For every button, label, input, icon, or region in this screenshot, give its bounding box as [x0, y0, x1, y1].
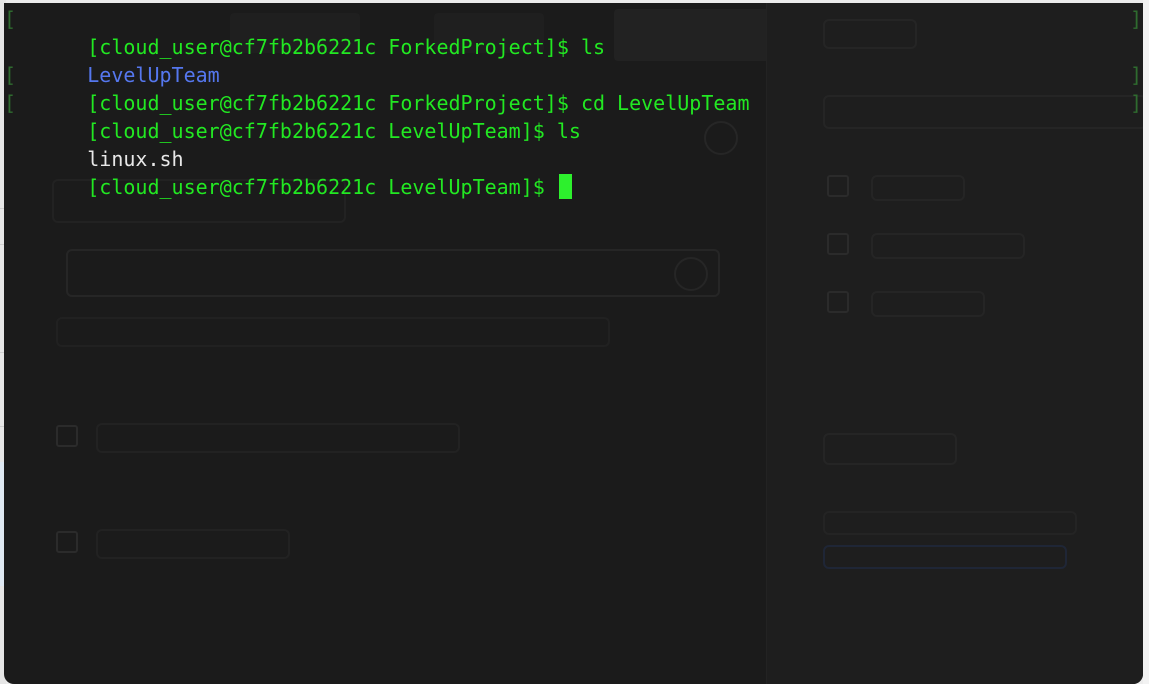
terminal-window[interactable]: [[cloud_user@cf7fb2b6221c ForkedProject]…: [4, 3, 1143, 684]
terminal-output[interactable]: [[cloud_user@cf7fb2b6221c ForkedProject]…: [4, 5, 1143, 199]
terminal-line-prompt: [[cloud_user@cf7fb2b6221c ForkedProject]…: [4, 5, 1143, 59]
ghost-label: [96, 529, 290, 559]
terminal-line-output: linux.sh: [4, 117, 1143, 171]
terminal-line-prompt: [[cloud_user@cf7fb2b6221c ForkedProject]…: [4, 61, 1143, 115]
ghost-checkbox: [827, 291, 849, 313]
ghost-input: [66, 249, 720, 297]
line-wrap-marker-right: ]: [1129, 91, 1142, 115]
ghost-checkbox: [827, 175, 849, 197]
line-wrap-marker-left: [: [4, 63, 17, 87]
ghost-checkbox: [56, 531, 78, 553]
ghost-heading: [823, 433, 957, 465]
ghost-text-block: [823, 511, 1077, 535]
line-wrap-marker-right: ]: [1129, 7, 1142, 31]
ghost-label: [871, 233, 1025, 259]
ghost-label: [871, 175, 965, 201]
line-wrap-marker-left: [: [4, 7, 17, 31]
ghost-checkbox: [56, 425, 78, 447]
ghost-checkbox: [827, 233, 849, 255]
ghost-icon: [674, 257, 708, 291]
shell-prompt: [cloud_user@cf7fb2b6221c LevelUpTeam]$: [87, 175, 557, 199]
background-page-edge-right: [1143, 0, 1149, 684]
text-cursor: [558, 174, 572, 199]
ghost-label: [871, 291, 985, 317]
line-wrap-marker-right: ]: [1129, 63, 1142, 87]
ghost-link: [823, 545, 1067, 569]
line-wrap-marker-left: [: [4, 91, 17, 115]
ghost-label: [96, 423, 460, 453]
terminal-line-prompt: [[cloud_user@cf7fb2b6221c LevelUpTeam]$ …: [4, 89, 1143, 143]
terminal-line-output: LevelUpTeam: [4, 33, 1143, 87]
terminal-line-active-prompt[interactable]: [cloud_user@cf7fb2b6221c LevelUpTeam]$: [4, 145, 1143, 199]
ghost-text-block: [56, 317, 610, 347]
